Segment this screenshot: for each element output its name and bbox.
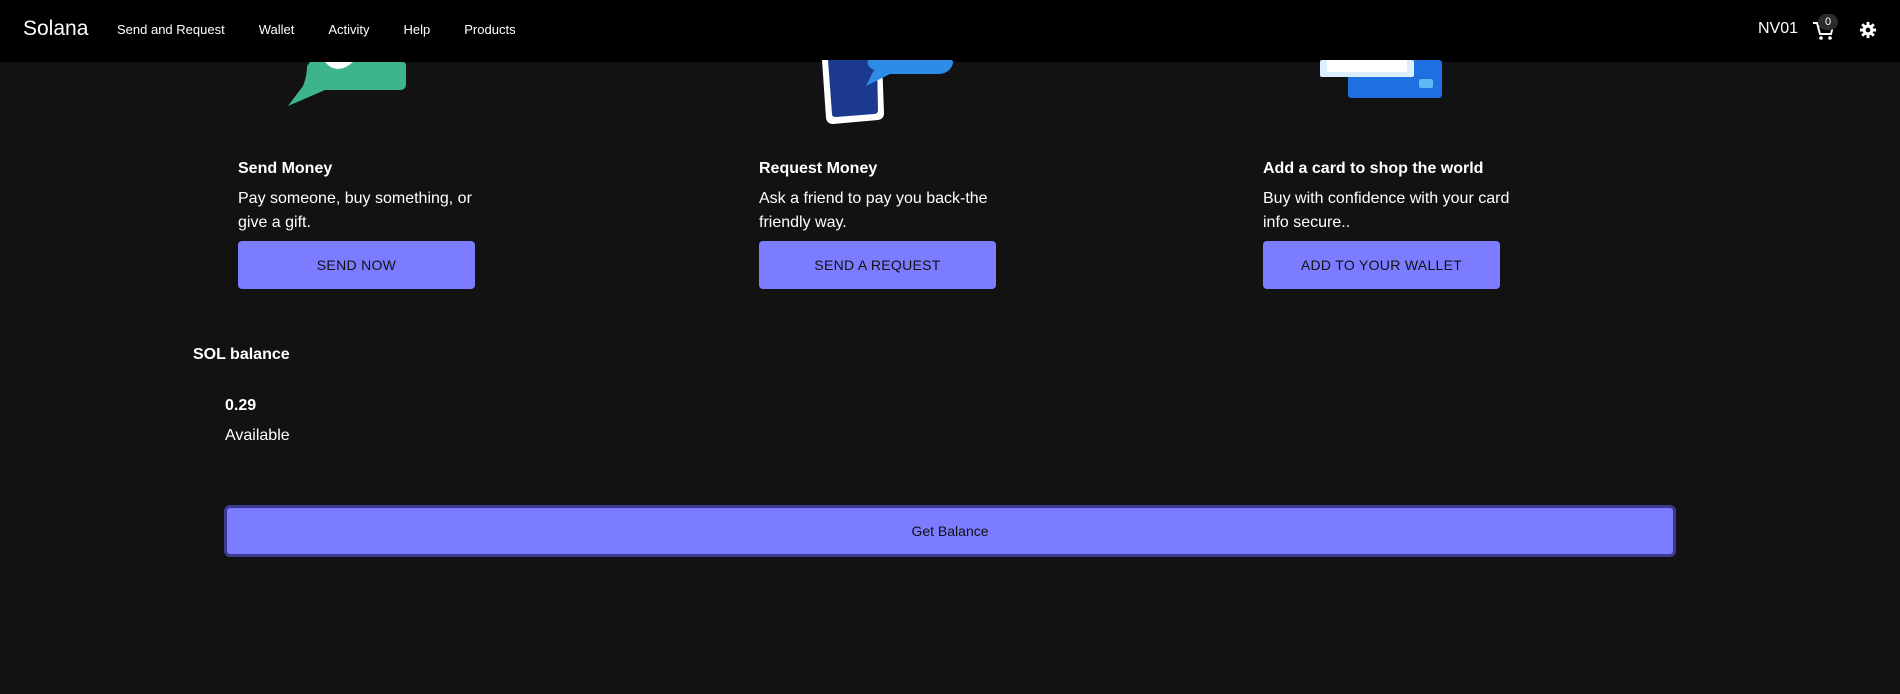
feature-send-money: Send Money Pay someone, buy something, o…	[238, 158, 498, 289]
send-a-request-button[interactable]: SEND A REQUEST	[759, 241, 996, 289]
add-to-wallet-button[interactable]: ADD TO YOUR WALLET	[1263, 241, 1500, 289]
cart-count-badge: 0	[1818, 14, 1838, 30]
nav-link-wallet[interactable]: Wallet	[259, 22, 295, 37]
feature-description: Pay someone, buy something, or give a gi…	[238, 190, 472, 231]
feature-title: Send Money	[238, 160, 333, 177]
nav-link-activity[interactable]: Activity	[328, 22, 369, 37]
balance-title: SOL balance	[193, 346, 290, 363]
user-name[interactable]: NV01	[1758, 20, 1798, 38]
balance-value: 0.29	[225, 397, 257, 414]
feature-title: Add a card to shop the world	[1263, 160, 1484, 177]
gear-icon[interactable]	[1859, 21, 1877, 39]
nav-link-help[interactable]: Help	[404, 22, 431, 37]
feature-description: Buy with confidence with your card info …	[1263, 190, 1510, 231]
feature-add-card: Add a card to shop the world Buy with co…	[1263, 158, 1523, 289]
get-balance-button[interactable]: Get Balance	[224, 505, 1676, 557]
phone-illustration	[822, 60, 954, 124]
nav-link-send-and-request[interactable]: Send and Request	[117, 22, 225, 37]
nav-links: Send and Request Wallet Activity Help Pr…	[117, 22, 550, 37]
brand-logo[interactable]: Solana	[23, 17, 88, 41]
feature-description: Ask a friend to pay you back-the friendl…	[759, 190, 988, 231]
cards-illustration	[1320, 60, 1442, 98]
top-navbar: Solana Send and Request Wallet Activity …	[0, 0, 1900, 62]
feature-title: Request Money	[759, 160, 878, 177]
send-now-button[interactable]: SEND NOW	[238, 241, 475, 289]
balance-available-label: Available	[225, 427, 290, 444]
nav-link-products[interactable]: Products	[464, 22, 515, 37]
feature-request-money: Request Money Ask a friend to pay you ba…	[759, 158, 1019, 289]
chat-bubble-illustration	[288, 62, 406, 106]
